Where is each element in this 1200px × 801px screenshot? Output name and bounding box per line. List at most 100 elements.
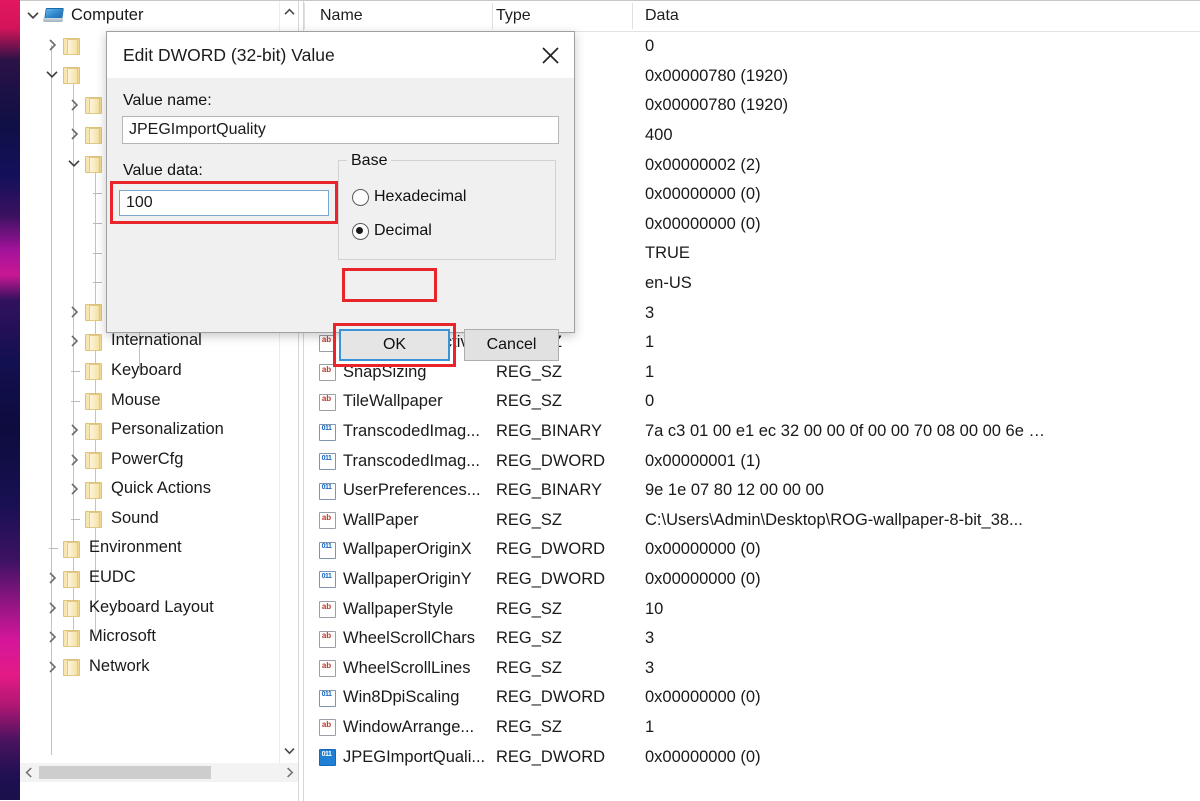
cell-data: 3 xyxy=(645,658,655,677)
radio-hexadecimal[interactable]: Hexadecimal xyxy=(352,188,466,206)
list-column-header[interactable]: Name Type Data xyxy=(304,1,1200,32)
cell-data: 0x00000000 (0) xyxy=(645,540,761,559)
chevron-right-icon[interactable] xyxy=(42,631,62,643)
chevron-right-icon[interactable] xyxy=(42,602,62,614)
folder-icon xyxy=(84,451,104,470)
tree-item-network[interactable]: Network xyxy=(20,652,298,682)
tree-item-eudc[interactable]: EUDC xyxy=(20,563,298,593)
cell-name: ab TileWallpaper xyxy=(304,392,492,411)
cell-data: en-US xyxy=(645,274,692,293)
scroll-down-icon[interactable] xyxy=(280,742,298,760)
radio-decimal[interactable]: Decimal xyxy=(352,222,432,240)
tree-item-sound[interactable]: Sound xyxy=(20,504,298,534)
horizontal-scroll-thumb[interactable] xyxy=(39,766,211,779)
cell-type: REG_BINARY xyxy=(496,481,603,500)
binary-value-icon: 011 xyxy=(318,541,337,559)
chevron-icon[interactable] xyxy=(42,39,62,51)
column-header-name[interactable]: Name xyxy=(304,7,492,25)
table-row[interactable]: 011 WallpaperOriginX REG_DWORD 0x00000000 (… xyxy=(304,535,1200,565)
folder-icon xyxy=(62,658,82,677)
radio-decimal-mark[interactable] xyxy=(352,222,369,240)
column-header-data[interactable]: Data xyxy=(632,7,1200,25)
chevron-right-icon[interactable] xyxy=(42,572,62,584)
value-name-input[interactable] xyxy=(122,116,559,144)
tree-item-keyboard[interactable]: Keyboard xyxy=(20,356,298,386)
table-row[interactable]: ab WallPaper REG_SZ C:\Users\Admin\Desktop\… xyxy=(304,506,1200,536)
tree-item-label: Quick Actions xyxy=(111,479,211,498)
chevron-icon[interactable] xyxy=(64,159,84,168)
binary-value-icon: 011 xyxy=(318,423,337,441)
value-name-text: WheelScrollLines xyxy=(343,658,471,677)
cell-type: REG_SZ xyxy=(496,629,563,648)
cell-name: 011 TranscodedImag... xyxy=(304,422,492,441)
table-row[interactable]: 011 TranscodedImag... REG_BINARY 7a c3 01 0… xyxy=(304,417,1200,447)
table-row[interactable]: ab TileWallpaper REG_SZ 0 xyxy=(304,387,1200,417)
chevron-icon[interactable] xyxy=(64,99,84,111)
cell-data: 3 xyxy=(645,629,655,648)
cell-data: 1 xyxy=(645,362,655,381)
chevron-right-icon[interactable] xyxy=(64,306,84,318)
radio-hexadecimal-mark[interactable] xyxy=(352,188,369,206)
table-row[interactable]: ab SnapSizing REG_SZ 1 xyxy=(304,358,1200,388)
table-row[interactable]: 011 Win8DpiScaling REG_DWORD 0x00000000 (0) xyxy=(304,683,1200,713)
cancel-button[interactable]: Cancel xyxy=(464,329,559,361)
tree-item-label: PowerCfg xyxy=(111,449,184,468)
chevron-right-icon[interactable] xyxy=(42,661,62,673)
tree-item-label: Sound xyxy=(111,508,159,527)
cell-data: 0x00000000 (0) xyxy=(645,747,761,766)
tree-item-quick-actions[interactable]: Quick Actions xyxy=(20,475,298,505)
table-row[interactable]: 011 WallpaperOriginY REG_DWORD 0x00000000 (… xyxy=(304,565,1200,595)
chevron-down-icon[interactable] xyxy=(23,11,43,20)
folder-icon xyxy=(84,510,104,529)
value-name-text: WallpaperStyle xyxy=(343,599,454,618)
value-data-input[interactable] xyxy=(119,190,329,216)
table-row[interactable]: ab WheelScrollChars REG_SZ 3 xyxy=(304,624,1200,654)
chevron-icon[interactable] xyxy=(64,128,84,140)
cell-name: 011 UserPreferences... xyxy=(304,481,492,500)
cell-name: ab WheelScrollChars xyxy=(304,629,492,648)
folder-icon xyxy=(84,333,104,351)
table-row[interactable]: ab WallpaperStyle REG_SZ 10 xyxy=(304,594,1200,624)
registry-editor-window: ComputerColorsLanguageConfiguMuiCachedWi… xyxy=(20,0,1200,801)
tree-root-computer[interactable]: Computer xyxy=(20,1,298,31)
value-name-text: UserPreferences... xyxy=(343,481,481,500)
ok-button[interactable]: OK xyxy=(339,329,450,361)
cell-type: REG_SZ xyxy=(496,392,563,411)
tree-item-mouse[interactable]: Mouse xyxy=(20,386,298,416)
table-row[interactable]: ab WindowArrange... REG_SZ 1 xyxy=(304,713,1200,743)
tree-item-personalization[interactable]: Personalization xyxy=(20,415,298,445)
scroll-right-icon[interactable] xyxy=(281,763,298,782)
tree-item-environment[interactable]: Environment xyxy=(20,534,298,564)
chevron-icon[interactable] xyxy=(42,70,62,79)
chevron-right-icon[interactable] xyxy=(64,424,84,436)
folder-icon xyxy=(62,37,82,55)
column-header-type[interactable]: Type xyxy=(492,7,632,25)
table-row[interactable]: 011 JPEGImportQuali... REG_DWORD 0x00000000… xyxy=(304,742,1200,772)
scroll-left-icon[interactable] xyxy=(20,763,37,782)
tree-item-keyboard-layout[interactable]: Keyboard Layout xyxy=(20,593,298,623)
chevron-right-icon[interactable] xyxy=(64,335,84,347)
binary-value-icon-selected: 011 xyxy=(318,748,337,767)
chevron-right-icon[interactable] xyxy=(64,483,84,495)
string-value-icon: ab xyxy=(318,393,337,411)
cell-data: 1 xyxy=(645,717,655,736)
cell-name: 011 Win8DpiScaling xyxy=(304,688,492,707)
dialog-titlebar[interactable]: Edit DWORD (32-bit) Value xyxy=(107,32,574,78)
table-row[interactable]: 011 UserPreferences... REG_BINARY 9e 1e 07 … xyxy=(304,476,1200,506)
table-row[interactable]: 011 TranscodedImag... REG_DWORD 0x00000001 … xyxy=(304,446,1200,476)
cell-name: 011 TranscodedImag... xyxy=(304,452,492,471)
tree-item-label: Keyboard Layout xyxy=(89,597,214,616)
tree-item-microsoft[interactable]: Microsoft xyxy=(20,622,298,652)
cell-data: 0 xyxy=(645,392,655,411)
cell-data: 7a c3 01 00 e1 ec 32 00 00 0f 00 00 70 0… xyxy=(645,422,1045,441)
scroll-up-icon[interactable] xyxy=(280,3,298,21)
close-icon[interactable] xyxy=(526,32,574,78)
tree-item-powercfg[interactable]: PowerCfg xyxy=(20,445,298,475)
tree-item-label: Microsoft xyxy=(89,627,156,646)
table-row[interactable]: ab WheelScrollLines REG_SZ 3 xyxy=(304,653,1200,683)
chevron-right-icon[interactable] xyxy=(64,454,84,466)
cell-data: 9e 1e 07 80 12 00 00 00 xyxy=(645,481,824,500)
string-value-icon: ab xyxy=(318,630,337,648)
string-value-icon: ab xyxy=(318,600,337,619)
tree-horizontal-scrollbar[interactable] xyxy=(20,763,298,782)
